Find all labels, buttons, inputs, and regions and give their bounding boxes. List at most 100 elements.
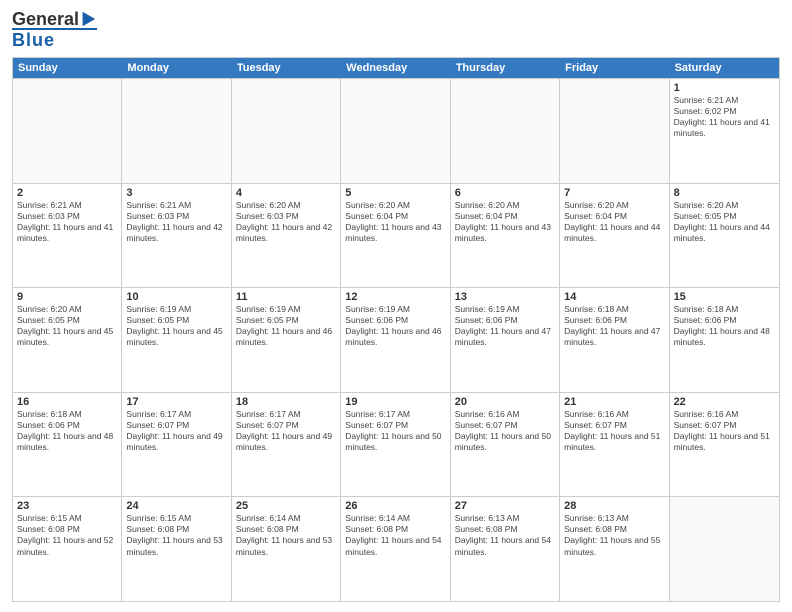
calendar-cell: 1Sunrise: 6:21 AM Sunset: 6:02 PM Daylig… [670,79,779,183]
day-info: Sunrise: 6:14 AM Sunset: 6:08 PM Dayligh… [236,513,336,557]
weekday-header: Thursday [451,58,560,78]
header: General Blue [12,10,780,51]
calendar-cell: 10Sunrise: 6:19 AM Sunset: 6:05 PM Dayli… [122,288,231,392]
day-info: Sunrise: 6:16 AM Sunset: 6:07 PM Dayligh… [455,409,555,453]
calendar-cell: 12Sunrise: 6:19 AM Sunset: 6:06 PM Dayli… [341,288,450,392]
calendar-cell: 17Sunrise: 6:17 AM Sunset: 6:07 PM Dayli… [122,393,231,497]
day-info: Sunrise: 6:20 AM Sunset: 6:04 PM Dayligh… [345,200,445,244]
day-number: 27 [455,500,555,512]
day-info: Sunrise: 6:21 AM Sunset: 6:03 PM Dayligh… [126,200,226,244]
day-number: 21 [564,396,664,408]
day-number: 3 [126,187,226,199]
day-info: Sunrise: 6:17 AM Sunset: 6:07 PM Dayligh… [345,409,445,453]
day-number: 18 [236,396,336,408]
calendar-cell: 5Sunrise: 6:20 AM Sunset: 6:04 PM Daylig… [341,184,450,288]
day-number: 6 [455,187,555,199]
calendar-row: 9Sunrise: 6:20 AM Sunset: 6:05 PM Daylig… [13,287,779,392]
day-info: Sunrise: 6:17 AM Sunset: 6:07 PM Dayligh… [236,409,336,453]
calendar: SundayMondayTuesdayWednesdayThursdayFrid… [12,57,780,602]
day-number: 17 [126,396,226,408]
calendar-cell: 7Sunrise: 6:20 AM Sunset: 6:04 PM Daylig… [560,184,669,288]
day-info: Sunrise: 6:19 AM Sunset: 6:05 PM Dayligh… [236,304,336,348]
calendar-cell: 21Sunrise: 6:16 AM Sunset: 6:07 PM Dayli… [560,393,669,497]
day-number: 24 [126,500,226,512]
calendar-cell: 11Sunrise: 6:19 AM Sunset: 6:05 PM Dayli… [232,288,341,392]
page: General Blue SundayMondayTuesdayWednesda… [0,0,792,612]
calendar-cell [560,79,669,183]
weekday-header: Sunday [13,58,122,78]
day-number: 11 [236,291,336,303]
day-number: 25 [236,500,336,512]
calendar-cell: 15Sunrise: 6:18 AM Sunset: 6:06 PM Dayli… [670,288,779,392]
day-info: Sunrise: 6:14 AM Sunset: 6:08 PM Dayligh… [345,513,445,557]
calendar-cell: 9Sunrise: 6:20 AM Sunset: 6:05 PM Daylig… [13,288,122,392]
calendar-cell: 2Sunrise: 6:21 AM Sunset: 6:03 PM Daylig… [13,184,122,288]
day-info: Sunrise: 6:16 AM Sunset: 6:07 PM Dayligh… [674,409,775,453]
day-number: 10 [126,291,226,303]
calendar-row: 1Sunrise: 6:21 AM Sunset: 6:02 PM Daylig… [13,78,779,183]
calendar-cell: 19Sunrise: 6:17 AM Sunset: 6:07 PM Dayli… [341,393,450,497]
day-info: Sunrise: 6:18 AM Sunset: 6:06 PM Dayligh… [17,409,117,453]
calendar-cell [451,79,560,183]
calendar-cell [232,79,341,183]
day-info: Sunrise: 6:20 AM Sunset: 6:04 PM Dayligh… [455,200,555,244]
calendar-cell: 6Sunrise: 6:20 AM Sunset: 6:04 PM Daylig… [451,184,560,288]
day-info: Sunrise: 6:20 AM Sunset: 6:05 PM Dayligh… [674,200,775,244]
logo: General Blue [12,10,97,51]
calendar-row: 2Sunrise: 6:21 AM Sunset: 6:03 PM Daylig… [13,183,779,288]
calendar-cell: 28Sunrise: 6:13 AM Sunset: 6:08 PM Dayli… [560,497,669,601]
day-number: 1 [674,82,775,94]
day-number: 15 [674,291,775,303]
logo-wordmark: General Blue [12,10,97,51]
calendar-cell [341,79,450,183]
day-info: Sunrise: 6:19 AM Sunset: 6:06 PM Dayligh… [455,304,555,348]
day-number: 19 [345,396,445,408]
calendar-cell [122,79,231,183]
day-info: Sunrise: 6:20 AM Sunset: 6:04 PM Dayligh… [564,200,664,244]
calendar-cell [670,497,779,601]
day-number: 7 [564,187,664,199]
day-number: 2 [17,187,117,199]
day-info: Sunrise: 6:20 AM Sunset: 6:05 PM Dayligh… [17,304,117,348]
day-number: 28 [564,500,664,512]
weekday-header: Wednesday [341,58,450,78]
day-info: Sunrise: 6:21 AM Sunset: 6:02 PM Dayligh… [674,95,775,139]
day-number: 16 [17,396,117,408]
logo-blue-text: Blue [12,30,55,50]
calendar-cell: 26Sunrise: 6:14 AM Sunset: 6:08 PM Dayli… [341,497,450,601]
logo-general-text: General [12,10,79,28]
day-info: Sunrise: 6:15 AM Sunset: 6:08 PM Dayligh… [17,513,117,557]
calendar-cell: 18Sunrise: 6:17 AM Sunset: 6:07 PM Dayli… [232,393,341,497]
calendar-cell: 13Sunrise: 6:19 AM Sunset: 6:06 PM Dayli… [451,288,560,392]
day-number: 12 [345,291,445,303]
day-info: Sunrise: 6:20 AM Sunset: 6:03 PM Dayligh… [236,200,336,244]
calendar-cell: 20Sunrise: 6:16 AM Sunset: 6:07 PM Dayli… [451,393,560,497]
day-number: 9 [17,291,117,303]
day-number: 13 [455,291,555,303]
calendar-body: 1Sunrise: 6:21 AM Sunset: 6:02 PM Daylig… [13,78,779,601]
calendar-cell: 14Sunrise: 6:18 AM Sunset: 6:06 PM Dayli… [560,288,669,392]
day-number: 20 [455,396,555,408]
day-number: 8 [674,187,775,199]
calendar-header: SundayMondayTuesdayWednesdayThursdayFrid… [13,58,779,78]
day-info: Sunrise: 6:21 AM Sunset: 6:03 PM Dayligh… [17,200,117,244]
day-number: 14 [564,291,664,303]
logo-arrow-icon [79,10,97,28]
calendar-cell: 3Sunrise: 6:21 AM Sunset: 6:03 PM Daylig… [122,184,231,288]
day-info: Sunrise: 6:18 AM Sunset: 6:06 PM Dayligh… [564,304,664,348]
day-number: 4 [236,187,336,199]
day-info: Sunrise: 6:15 AM Sunset: 6:08 PM Dayligh… [126,513,226,557]
calendar-cell: 25Sunrise: 6:14 AM Sunset: 6:08 PM Dayli… [232,497,341,601]
day-info: Sunrise: 6:13 AM Sunset: 6:08 PM Dayligh… [564,513,664,557]
calendar-cell: 24Sunrise: 6:15 AM Sunset: 6:08 PM Dayli… [122,497,231,601]
calendar-cell: 4Sunrise: 6:20 AM Sunset: 6:03 PM Daylig… [232,184,341,288]
calendar-cell: 22Sunrise: 6:16 AM Sunset: 6:07 PM Dayli… [670,393,779,497]
day-info: Sunrise: 6:13 AM Sunset: 6:08 PM Dayligh… [455,513,555,557]
day-info: Sunrise: 6:17 AM Sunset: 6:07 PM Dayligh… [126,409,226,453]
day-number: 5 [345,187,445,199]
day-info: Sunrise: 6:19 AM Sunset: 6:05 PM Dayligh… [126,304,226,348]
weekday-header: Monday [122,58,231,78]
calendar-cell: 23Sunrise: 6:15 AM Sunset: 6:08 PM Dayli… [13,497,122,601]
weekday-header: Friday [560,58,669,78]
calendar-cell: 27Sunrise: 6:13 AM Sunset: 6:08 PM Dayli… [451,497,560,601]
